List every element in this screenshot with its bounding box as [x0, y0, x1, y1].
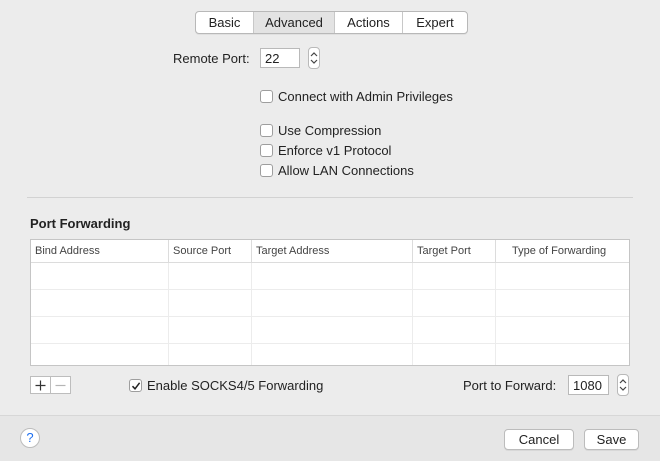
remote-port-label: Remote Port:	[173, 51, 250, 66]
table-row	[31, 263, 629, 290]
column-target-address[interactable]: Target Address	[252, 240, 413, 262]
admin-privileges-label: Connect with Admin Privileges	[278, 89, 453, 104]
tab-actions[interactable]: Actions	[335, 12, 403, 33]
enforce-v1-option[interactable]: Enforce v1 Protocol	[260, 143, 391, 158]
cancel-button[interactable]: Cancel	[504, 429, 574, 450]
remote-port-stepper[interactable]	[308, 47, 320, 69]
separator	[27, 197, 633, 198]
column-type-of-forwarding[interactable]: Type of Forwarding	[496, 240, 629, 262]
column-target-port[interactable]: Target Port	[413, 240, 496, 262]
tab-advanced[interactable]: Advanced	[254, 12, 335, 33]
socks-forwarding-checkbox[interactable]	[129, 379, 142, 392]
compression-option[interactable]: Use Compression	[260, 123, 381, 138]
table-header: Bind Address Source Port Target Address …	[31, 240, 629, 263]
port-to-forward-field[interactable]: 1080	[568, 375, 609, 395]
checkmark-icon	[131, 381, 140, 390]
tab-basic[interactable]: Basic	[196, 12, 254, 33]
compression-label: Use Compression	[278, 123, 382, 138]
column-bind-address[interactable]: Bind Address	[31, 240, 169, 262]
socks-forwarding-label: Enable SOCKS4/5 Forwarding	[147, 378, 324, 393]
port-to-forward-stepper[interactable]	[617, 374, 629, 396]
save-button[interactable]: Save	[584, 429, 639, 450]
tab-bar: Basic Advanced Actions Expert	[195, 11, 468, 34]
allow-lan-label: Allow LAN Connections	[278, 163, 414, 178]
enforce-v1-checkbox[interactable]	[260, 144, 273, 157]
plus-icon	[35, 380, 46, 390]
table-row	[31, 290, 629, 317]
allow-lan-option[interactable]: Allow LAN Connections	[260, 163, 414, 178]
minus-icon	[55, 384, 66, 386]
table-row	[31, 344, 629, 365]
port-forwarding-table[interactable]: Bind Address Source Port Target Address …	[30, 239, 630, 366]
help-button[interactable]: ?	[20, 428, 40, 448]
footer-bar: ? Cancel Save	[0, 415, 660, 461]
port-to-forward-label: Port to Forward:	[463, 378, 557, 393]
admin-privileges-checkbox[interactable]	[260, 90, 273, 103]
admin-privileges-option[interactable]: Connect with Admin Privileges	[260, 89, 453, 104]
remove-forwarding-button[interactable]	[50, 377, 70, 393]
allow-lan-checkbox[interactable]	[260, 164, 273, 177]
add-remove-control	[30, 376, 71, 394]
compression-checkbox[interactable]	[260, 124, 273, 137]
port-forwarding-title: Port Forwarding	[30, 216, 131, 231]
enforce-v1-label: Enforce v1 Protocol	[278, 143, 392, 158]
add-forwarding-button[interactable]	[31, 377, 50, 393]
remote-port-field[interactable]: 22	[260, 48, 300, 68]
column-source-port[interactable]: Source Port	[169, 240, 252, 262]
stepper-arrows-icon	[310, 52, 318, 64]
table-row	[31, 317, 629, 344]
stepper-arrows-icon	[619, 379, 627, 391]
tab-expert[interactable]: Expert	[403, 12, 467, 33]
socks-forwarding-option[interactable]: Enable SOCKS4/5 Forwarding	[129, 378, 323, 393]
